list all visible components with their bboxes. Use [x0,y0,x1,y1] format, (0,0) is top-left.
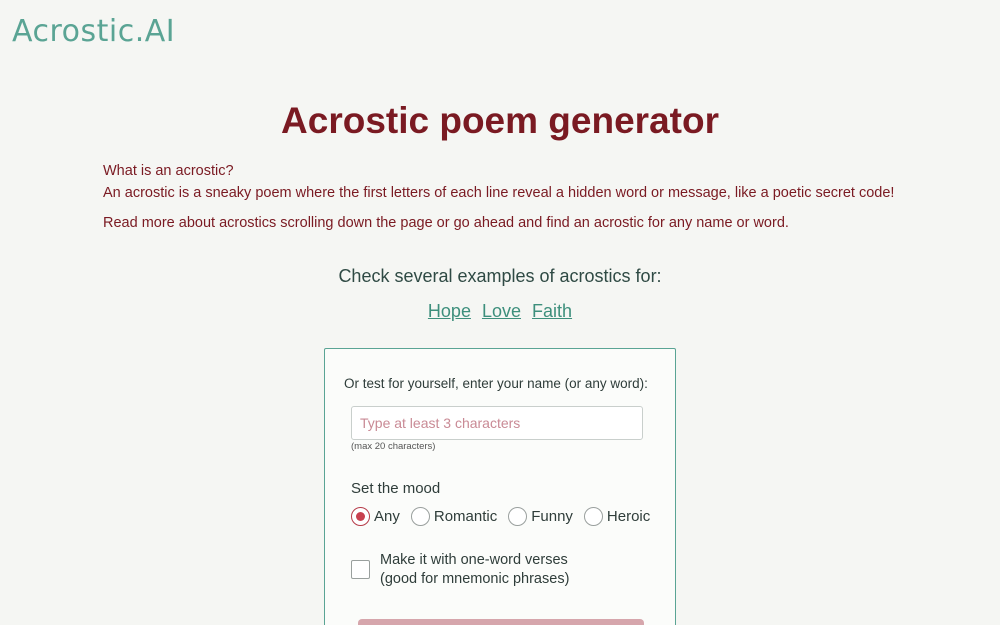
generate-button[interactable] [358,619,644,625]
examples-label: Check several examples of acrostics for: [338,266,662,286]
example-link-love[interactable]: Love [482,301,521,321]
intro-text: What is an acrostic? An acrostic is a sn… [103,160,983,234]
one-word-verses-line1: Make it with one-word verses [380,552,568,568]
mood-radio-romantic[interactable] [410,507,430,526]
intro-read-more: Read more about acrostics scrolling down… [103,215,789,231]
example-link-hope[interactable]: Hope [428,301,471,321]
name-input-label: Or test for yourself, enter your name (o… [344,376,648,391]
one-word-verses-label[interactable]: Make it with one-word verses (good for m… [380,551,569,589]
mood-radio-funny[interactable] [508,507,528,526]
mood-radio-group: Any Romantic Funny Heroic [351,507,661,526]
mood-radio-heroic[interactable] [583,507,603,526]
intro-definition: An acrostic is a sneaky poem where the f… [103,185,895,201]
mood-label-funny: Funny [531,508,573,525]
name-input[interactable] [351,406,643,440]
one-word-verses-checkbox[interactable] [351,560,370,579]
example-link-faith[interactable]: Faith [532,301,572,321]
example-links: Hope Love Faith [0,301,1000,322]
mood-label-heroic: Heroic [606,508,651,525]
mood-radio-any[interactable] [351,507,370,526]
mood-label: Set the mood [351,480,441,497]
mood-option-heroic[interactable]: Heroic [583,507,651,526]
one-word-verses-line2: (good for mnemonic phrases) [380,571,570,587]
site-logo[interactable]: Acrostic.AI [12,14,175,49]
max-characters-note: (max 20 characters) [351,441,436,452]
mood-option-any[interactable]: Any [351,507,400,526]
intro-question: What is an acrostic? [103,163,234,179]
page-title: Acrostic poem generator [281,100,719,141]
generator-form: Or test for yourself, enter your name (o… [324,348,676,625]
mood-option-funny[interactable]: Funny [508,507,573,526]
mood-label-any: Any [374,508,400,525]
mood-label-romantic: Romantic [433,508,498,525]
mood-option-romantic[interactable]: Romantic [410,507,498,526]
